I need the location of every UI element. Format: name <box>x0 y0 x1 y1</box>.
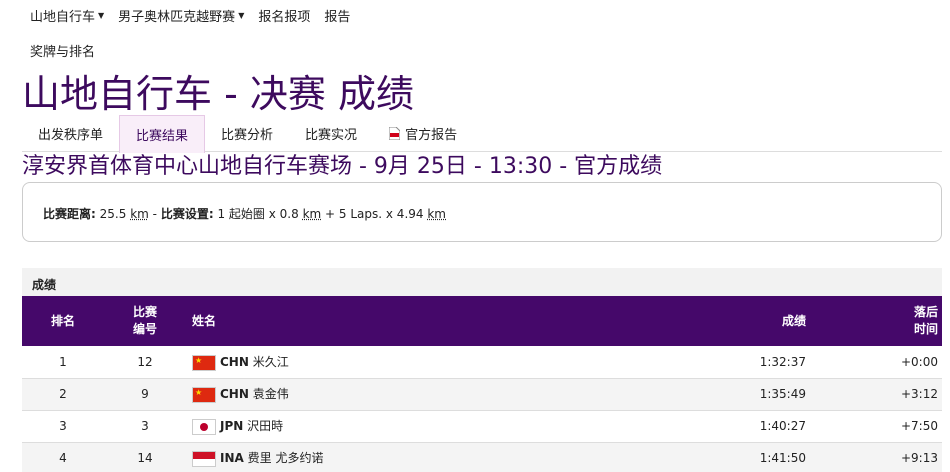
col-gap-line1: 落后 <box>913 305 938 319</box>
distance-unit: km <box>130 207 149 221</box>
noc-code: CHN <box>220 387 249 402</box>
tab-official-report[interactable]: 官方报告 <box>373 115 473 152</box>
cell-athlete: JPN 沢田時 <box>186 410 692 442</box>
table-row[interactable]: 4 14 INA 费里 尤多约诺 1:41:50 +9:13 <box>22 442 942 472</box>
china-flag-icon <box>192 354 216 371</box>
indonesia-flag-icon <box>192 450 216 467</box>
nav-mountain-bike[interactable]: 山地自行车 ▼ <box>30 6 104 25</box>
tab-official-report-label: 官方报告 <box>405 128 458 143</box>
nav-event-label: 男子奥林匹克越野赛 <box>118 10 236 25</box>
nav-reports[interactable]: 报告 <box>324 6 350 25</box>
cell-rank: 1 <box>59 354 67 369</box>
setup-start-loop: 1 起始圈 x 0.8 <box>217 207 299 221</box>
venue-heading: 淳安界首体育中心山地自行车赛场 - 9月 25日 - 13:30 - 官方成绩 <box>22 154 663 179</box>
col-result[interactable]: 成绩 <box>692 296 812 346</box>
cell-bib: 14 <box>137 451 153 465</box>
athlete-name[interactable]: 沢田時 <box>247 419 283 433</box>
tab-results-label: 比赛结果 <box>136 129 189 144</box>
col-bib-line2: 编号 <box>132 322 157 336</box>
cell-athlete: CHN 米久江 <box>186 346 692 378</box>
cell-athlete: INA 费里 尤多约诺 <box>186 442 692 472</box>
cell-bib: 3 <box>141 419 149 433</box>
race-info-box: 比赛距离: 25.5 km - 比赛设置: 1 起始圈 x 0.8 km + 5… <box>22 182 942 242</box>
nav-entries-label: 报名报项 <box>258 10 311 25</box>
athlete-name[interactable]: 费里 尤多约诺 <box>248 451 324 465</box>
noc-code: INA <box>220 451 244 466</box>
setup-label: 比赛设置: <box>160 207 214 221</box>
tab-results[interactable]: 比赛结果 <box>119 115 206 153</box>
japan-flag-icon <box>192 418 216 435</box>
cell-gap: +3:12 <box>900 387 938 401</box>
nav-medals-standings[interactable]: 奖牌与排名 <box>30 41 95 60</box>
nav-event[interactable]: 男子奥林匹克越野赛 ▼ <box>118 6 244 25</box>
table-row[interactable]: 1 12 CHN 米久江 1:32:37 +0:00 <box>22 346 942 378</box>
nav-entries[interactable]: 报名报项 <box>258 6 310 25</box>
col-gap[interactable]: 落后 时间 <box>812 296 942 346</box>
pdf-icon <box>388 126 401 141</box>
cell-gap: +9:13 <box>900 451 938 465</box>
tab-bar: 出发秩序单 比赛结果 比赛分析 比赛实况 官方报告 <box>22 115 942 153</box>
athlete-name[interactable]: 米久江 <box>253 355 289 369</box>
setup-laps: + 5 Laps. x 4.94 <box>325 207 424 221</box>
cell-result: 1:32:37 <box>759 354 806 369</box>
cell-result: 1:35:49 <box>759 387 806 401</box>
distance-label: 比赛距离: <box>43 207 96 221</box>
china-flag-icon <box>192 386 216 403</box>
distance-value: 25.5 <box>99 207 127 221</box>
caret-down-icon: ▼ <box>98 11 105 20</box>
results-section-title: 成绩 <box>22 268 942 296</box>
top-navigation: 山地自行车 ▼ 男子奥林匹克越野赛 ▼ 报名报项 报告 <box>30 6 364 25</box>
cell-gap: +7:50 <box>900 419 938 433</box>
cell-gap: +0:00 <box>900 354 938 369</box>
col-bib-line1: 比赛 <box>132 305 157 319</box>
separator: - <box>152 207 157 221</box>
tab-analysis[interactable]: 比赛分析 <box>205 115 289 152</box>
tab-live[interactable]: 比赛实况 <box>289 115 373 152</box>
col-bib[interactable]: 比赛 编号 <box>104 296 186 346</box>
noc-code: JPN <box>220 419 244 434</box>
tab-start-list-label: 出发秩序单 <box>38 128 104 143</box>
col-rank[interactable]: 排名 <box>22 296 104 346</box>
col-gap-line2: 时间 <box>913 322 938 336</box>
cell-bib: 9 <box>141 387 149 401</box>
cell-bib: 12 <box>137 354 153 369</box>
noc-code: CHN <box>220 355 249 369</box>
table-row[interactable]: 2 9 CHN 袁金伟 1:35:49 +3:12 <box>22 378 942 410</box>
tab-start-list[interactable]: 出发秩序单 <box>22 115 119 152</box>
cell-result: 1:41:50 <box>759 451 806 465</box>
setup-unit-1: km <box>302 207 322 221</box>
athlete-name[interactable]: 袁金伟 <box>253 387 289 401</box>
results-table-header: 排名 比赛 编号 姓名 成绩 落后 时间 <box>22 296 942 346</box>
nav-mountain-bike-label: 山地自行车 <box>30 10 96 25</box>
tab-live-label: 比赛实况 <box>305 128 358 143</box>
cell-result: 1:40:27 <box>759 419 806 433</box>
setup-unit-2: km <box>427 207 446 221</box>
results-table: 排名 比赛 编号 姓名 成绩 落后 时间 1 12 CHN 米久江 <box>22 296 942 472</box>
results-section: 成绩 排名 比赛 编号 姓名 成绩 落后 时间 1 12 ★ CHN 米久江 1… <box>22 268 942 472</box>
caret-down-icon: ▼ <box>238 11 245 20</box>
cell-athlete: CHN 袁金伟 <box>186 378 692 410</box>
table-row[interactable]: 3 3 JPN 沢田時 1:40:27 +7:50 <box>22 410 942 442</box>
nav-reports-label: 报告 <box>324 10 351 25</box>
tab-analysis-label: 比赛分析 <box>221 128 274 143</box>
page-title: 山地自行车 - 决赛 成绩 <box>22 72 414 116</box>
cell-rank: 4 <box>59 451 67 465</box>
cell-rank: 3 <box>59 419 67 433</box>
cell-rank: 2 <box>59 387 67 401</box>
col-name[interactable]: 姓名 <box>186 296 692 346</box>
